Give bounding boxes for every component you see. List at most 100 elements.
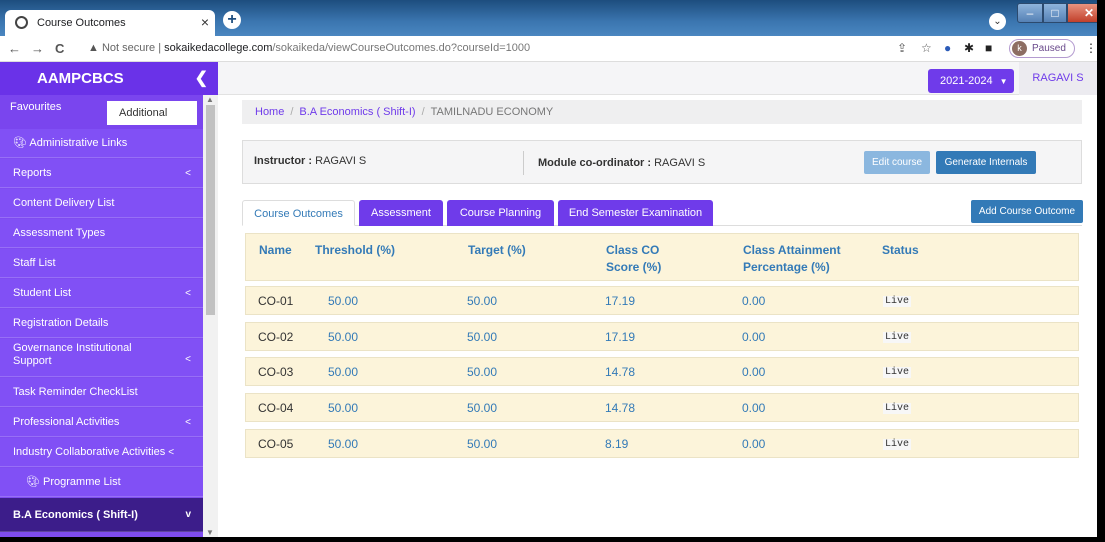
instructor-info: Instructor : RAGAVI S xyxy=(254,155,366,167)
extension-globe-icon[interactable]: ● xyxy=(944,41,951,55)
target-value: 50.00 xyxy=(467,437,498,451)
attainment-value: 0.00 xyxy=(742,365,766,379)
generate-internals-button[interactable]: Generate Internals xyxy=(936,151,1036,174)
attainment-value: 0.00 xyxy=(742,294,766,308)
page-scrollbar[interactable] xyxy=(1086,95,1097,537)
sidebar-item-professional-activities[interactable]: Professional Activities < xyxy=(0,408,203,437)
sidebar-item-label: Content Delivery List xyxy=(13,197,115,209)
sidebar-item-registration-details[interactable]: Registration Details xyxy=(0,309,203,338)
window-controls: – □ ✕ xyxy=(1017,3,1097,23)
profile-button[interactable]: k Paused xyxy=(1009,39,1075,58)
sidebar-item-label: Registration Details xyxy=(13,317,109,329)
scrollbar-thumb[interactable] xyxy=(206,105,215,315)
sidebar-item-student-list[interactable]: Student List < xyxy=(0,279,203,308)
avatar: k xyxy=(1012,41,1027,56)
target-value: 50.00 xyxy=(467,330,498,344)
target-value: 50.00 xyxy=(467,401,498,415)
tab-assessment[interactable]: Assessment xyxy=(359,200,443,226)
breadcrumb: Home / B.A Economics ( Shift-I) / TAMILNADU … xyxy=(242,100,1082,124)
sidebar-item-label: Reports xyxy=(13,167,52,179)
back-arrow-icon[interactable]: ← xyxy=(8,41,21,56)
coordinator-label: Module co-ordinator : xyxy=(538,157,652,169)
edit-course-button[interactable]: Edit course xyxy=(864,151,930,174)
threshold-value: 50.00 xyxy=(328,401,359,415)
tab-course-outcomes[interactable]: Course Outcomes xyxy=(242,200,355,226)
dashboard-icon: 🎨︎ xyxy=(26,476,40,488)
breadcrumb-current: TAMILNADU ECONOMY xyxy=(430,106,554,118)
extensions-puzzle-icon[interactable]: ✱ xyxy=(964,41,974,55)
chevron-left-icon: < xyxy=(168,447,175,458)
score-value: 17.19 xyxy=(605,330,636,344)
year-value: 2021-2024 xyxy=(940,75,993,87)
column-class-attainment: Class Attainment Percentage (%) xyxy=(743,243,841,274)
threshold-value: 50.00 xyxy=(328,330,359,344)
title-bar: Course Outcomes × + ⌄ – □ ✕ xyxy=(0,0,1097,36)
score-value: 17.19 xyxy=(605,294,636,308)
reload-icon[interactable]: C xyxy=(55,41,64,56)
sidebar-item-label: Governance Institutional Support xyxy=(13,342,132,367)
course-tabs: Course Outcomes Assessment Course Planni… xyxy=(242,200,1083,226)
scroll-up-icon[interactable]: ▲ xyxy=(206,95,214,104)
top-navbar: 2021-2024 ▼ RAGAVI S xyxy=(218,62,1097,95)
sidebar-scrollbar[interactable]: ▲ ▼ xyxy=(203,95,218,537)
close-tab-icon[interactable]: × xyxy=(201,14,209,30)
breadcrumb-course[interactable]: B.A Economics ( Shift-I) xyxy=(299,106,415,118)
target-value: 50.00 xyxy=(467,294,498,308)
side-panel-icon[interactable]: ■ xyxy=(985,41,992,55)
year-dropdown[interactable]: 2021-2024 ▼ xyxy=(928,69,1014,93)
sidebar-item-label: Assessment Types xyxy=(13,227,106,239)
tab-course-planning[interactable]: Course Planning xyxy=(447,200,554,226)
scroll-down-icon[interactable]: ▼ xyxy=(206,528,214,537)
sidebar-item-industry-collaborative-activities[interactable]: Industry Collaborative Activities < xyxy=(0,438,203,467)
share-icon[interactable]: ⇪ xyxy=(897,41,907,55)
sidebar-item-programme-list[interactable]: 🎨︎ Programme List xyxy=(0,468,203,497)
sidebar-item-assessment-types[interactable]: Assessment Types xyxy=(0,219,203,248)
bookmark-star-icon[interactable]: ☆ xyxy=(921,41,932,55)
sidebar-item-content-delivery-list[interactable]: Content Delivery List xyxy=(0,189,203,218)
sidebar-tabs: Favourites Additional xyxy=(0,95,203,129)
security-status: Not secure xyxy=(101,42,156,54)
column-threshold: Threshold (%) xyxy=(315,243,395,257)
sidebar-item-label: Industry Collaborative Activities xyxy=(13,446,166,458)
sidebar-item-label: Programme List xyxy=(43,476,121,488)
tab-search-button[interactable]: ⌄ xyxy=(989,13,1006,30)
table-row: CO-03 50.00 50.00 14.78 0.00 Live xyxy=(245,357,1079,386)
globe-icon xyxy=(15,16,28,29)
sidebar: AAMPCBCS ❮ Favourites Additional 🎨︎ Admi… xyxy=(0,62,218,537)
target-value: 50.00 xyxy=(467,365,498,379)
sidebar-item-governance-institutional-support[interactable]: Governance Institutional Support < xyxy=(0,339,203,377)
browser-tab[interactable]: Course Outcomes × xyxy=(5,10,215,36)
sidebar-item-label: Task Reminder CheckList xyxy=(13,386,138,398)
tab-additional[interactable]: Additional xyxy=(107,101,197,125)
tab-favourites[interactable]: Favourites xyxy=(10,101,61,113)
sidebar-item-label: Administrative Links xyxy=(29,137,128,149)
browser-tab-title: Course Outcomes xyxy=(37,17,126,29)
sidebar-item-programme[interactable]: B.A Economics ( Shift-I) v xyxy=(0,498,203,532)
sidebar-item-staff-list[interactable]: Staff List xyxy=(0,249,203,278)
tab-end-semester-examination[interactable]: End Semester Examination xyxy=(558,200,713,226)
co-name: CO-04 xyxy=(258,401,294,415)
url-field[interactable]: ▲ Not secure | sokaikedacollege.com/soka… xyxy=(88,42,530,54)
collapse-sidebar-icon[interactable]: ❮ xyxy=(195,62,208,95)
forward-arrow-icon[interactable]: → xyxy=(31,41,44,56)
maximize-button[interactable]: □ xyxy=(1043,3,1067,23)
sidebar-item-administrative-links[interactable]: 🎨︎ Administrative Links xyxy=(0,129,203,158)
sidebar-item-task-reminder-checklist[interactable]: Task Reminder CheckList xyxy=(0,378,203,407)
user-menu[interactable]: RAGAVI S xyxy=(1019,62,1097,95)
chevron-left-icon: < xyxy=(185,354,191,365)
status-badge: Live xyxy=(883,439,912,450)
sidebar-item-reports[interactable]: Reports < xyxy=(0,159,203,188)
menu-kebab-icon[interactable]: ⋮ xyxy=(1085,41,1097,55)
minimize-button[interactable]: – xyxy=(1017,3,1043,23)
co-name: CO-01 xyxy=(258,294,294,308)
chevron-left-icon: < xyxy=(185,288,191,299)
close-window-button[interactable]: ✕ xyxy=(1067,3,1097,23)
breadcrumb-home[interactable]: Home xyxy=(255,106,284,118)
chevron-down-icon: v xyxy=(185,509,191,520)
table-row: CO-04 50.00 50.00 14.78 0.00 Live xyxy=(245,393,1079,422)
url-path: /sokaikeda/viewCourseOutcomes.do?courseI… xyxy=(272,42,531,54)
add-course-outcome-button[interactable]: Add Course Outcome xyxy=(971,200,1083,223)
new-tab-button[interactable]: + xyxy=(223,11,241,29)
column-name: Name xyxy=(259,243,292,257)
table-row: CO-02 50.00 50.00 17.19 0.00 Live xyxy=(245,322,1079,351)
